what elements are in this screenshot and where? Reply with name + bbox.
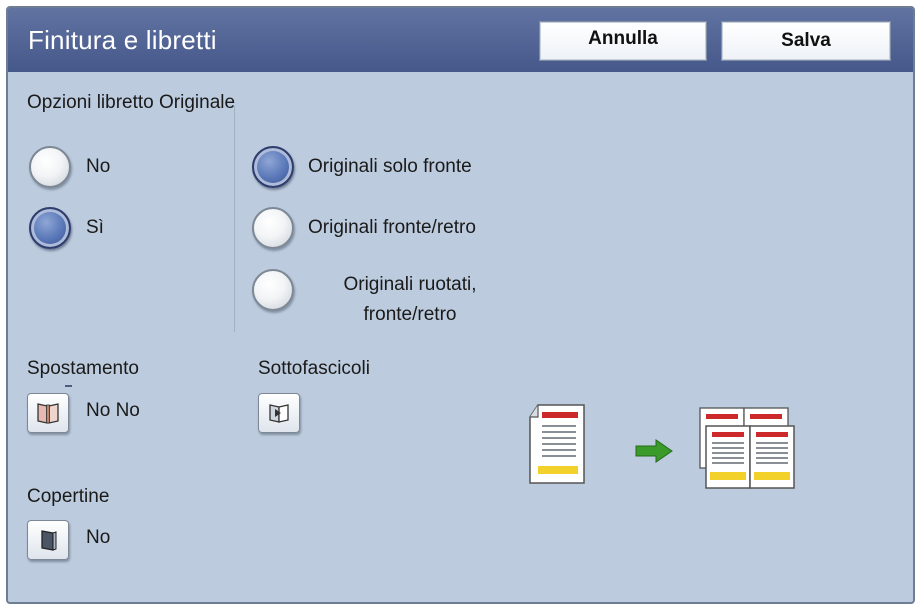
right-arrow-icon	[635, 439, 673, 463]
shift-button[interactable]	[27, 393, 69, 433]
originals-rotated-radio[interactable]	[252, 269, 294, 311]
originals-two-sided-label: Originali fronte/retro	[308, 217, 476, 238]
covers-button[interactable]	[27, 520, 69, 560]
booklet-no-label: No	[86, 156, 111, 177]
originals-rotated-label-line1: Originali ruotati,	[343, 274, 477, 295]
header-bar: Finitura e libretti Annulla Salva	[8, 8, 913, 72]
page-title: Finitura e libretti	[28, 25, 217, 55]
subsets-label: Sottofascicoli	[258, 358, 370, 379]
booklet-yes-radio[interactable]	[29, 207, 71, 249]
originals-rotated-label: Originali ruotati, fronte/retro	[310, 270, 510, 330]
originals-one-sided-label: Originali solo fronte	[308, 156, 472, 177]
subsets-button[interactable]	[258, 393, 300, 433]
originals-rotated-label-line2: fronte/retro	[363, 304, 457, 325]
booklet-yes-label: Sì	[86, 217, 104, 238]
cover-icon	[41, 530, 57, 551]
originals-one-sided-radio[interactable]	[252, 146, 294, 188]
booklet-shift-icon	[37, 403, 59, 424]
finishing-booklet-panel: Finitura e libretti Annulla Salva Opzion…	[6, 6, 915, 604]
shift-indicator	[65, 385, 72, 387]
shift-label: Spostamento	[27, 358, 139, 379]
covers-label: Copertine	[27, 486, 110, 507]
subset-icon	[269, 404, 289, 423]
cancel-button[interactable]: Annulla	[539, 21, 707, 61]
booklet-no-radio[interactable]	[29, 146, 71, 188]
section-divider	[234, 106, 235, 332]
covers-value: No	[86, 527, 111, 548]
booklet-output-icon	[699, 407, 795, 489]
save-button[interactable]: Salva	[721, 21, 891, 61]
shift-value: No No	[86, 400, 140, 421]
single-page-document-icon	[529, 404, 585, 484]
booklet-options-label: Opzioni libretto Originale	[27, 92, 236, 113]
originals-two-sided-radio[interactable]	[252, 207, 294, 249]
